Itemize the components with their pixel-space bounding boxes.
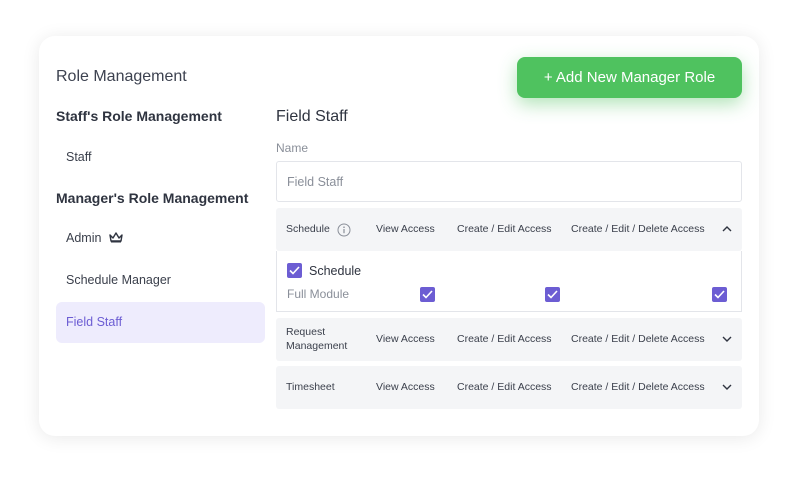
module-name-line: Management: [286, 340, 348, 352]
module-name-line: Request: [286, 326, 326, 338]
crown-icon: [109, 232, 123, 243]
column-create-edit-delete-access: Create / Edit / Delete Access: [571, 223, 705, 235]
chevron-up-icon[interactable]: [721, 223, 733, 235]
info-icon[interactable]: [337, 223, 351, 237]
column-view-access: View Access: [376, 381, 435, 393]
module-row-request-management[interactable]: Request Management View Access Create / …: [276, 318, 742, 361]
sidebar-item-label: Field Staff: [66, 315, 123, 329]
create-edit-access-checkbox[interactable]: [545, 287, 560, 302]
name-label: Name: [276, 141, 309, 155]
view-access-checkbox[interactable]: [420, 287, 435, 302]
sidebar-item-admin[interactable]: Admin: [56, 218, 265, 259]
sidebar-item-label: Admin: [66, 231, 102, 245]
chevron-down-icon[interactable]: [721, 333, 733, 345]
staff-role-heading: Staff's Role Management: [56, 108, 222, 124]
role-detail-title: Field Staff: [276, 108, 348, 125]
schedule-module-checkbox[interactable]: [287, 263, 302, 278]
sidebar-item-field-staff[interactable]: Field Staff: [56, 302, 265, 343]
column-create-edit-access: Create / Edit Access: [457, 381, 552, 393]
sidebar-item-staff[interactable]: Staff: [56, 137, 265, 178]
sidebar-item-label: Schedule Manager: [66, 273, 171, 287]
add-new-manager-role-button[interactable]: + Add New Manager Role: [517, 57, 742, 98]
column-create-edit-access: Create / Edit Access: [457, 223, 552, 235]
schedule-checkbox-label: Schedule: [309, 264, 362, 278]
column-view-access: View Access: [376, 223, 435, 235]
column-view-access: View Access: [376, 333, 435, 345]
module-name: Request Management: [286, 325, 347, 353]
module-name: Schedule: [286, 223, 330, 235]
page-title: Role Management: [56, 68, 187, 85]
manager-role-heading: Manager's Role Management: [56, 190, 249, 206]
column-create-edit-access: Create / Edit Access: [457, 333, 552, 345]
full-module-label: Full Module: [287, 287, 350, 301]
role-name-input[interactable]: [276, 161, 742, 202]
create-edit-delete-access-checkbox[interactable]: [712, 287, 727, 302]
column-create-edit-delete-access: Create / Edit / Delete Access: [571, 381, 705, 393]
module-row-schedule[interactable]: Schedule View Access Create / Edit Acces…: [276, 208, 742, 251]
sidebar-item-schedule-manager[interactable]: Schedule Manager: [56, 260, 265, 301]
schedule-expanded-panel: Schedule Full Module: [276, 251, 742, 312]
chevron-down-icon[interactable]: [721, 381, 733, 393]
column-create-edit-delete-access: Create / Edit / Delete Access: [571, 333, 705, 345]
module-name: Timesheet: [286, 381, 335, 393]
sidebar-item-label: Staff: [66, 150, 92, 164]
module-row-timesheet[interactable]: Timesheet View Access Create / Edit Acce…: [276, 366, 742, 409]
